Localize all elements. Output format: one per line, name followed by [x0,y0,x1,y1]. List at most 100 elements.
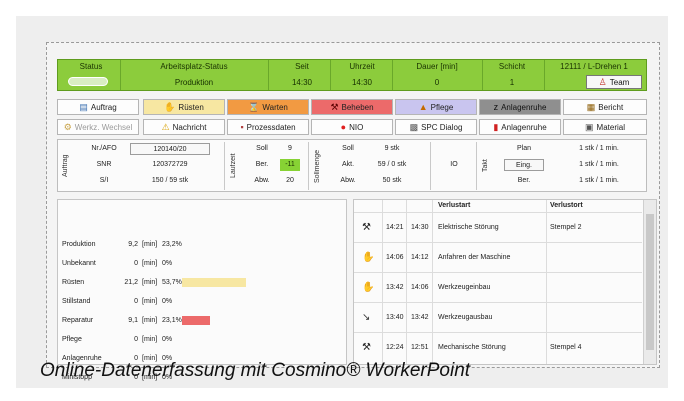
loss-type: Mechanische Störung [438,344,506,351]
report-icon: ▦ [586,101,596,112]
wrench-icon: ⚒ [330,101,339,112]
nio-button[interactable]: ● NIO [311,119,393,135]
duration-header: Dauer [min] [416,62,458,71]
thermometer-icon: ▮ [493,121,499,132]
stat-label: Pflege [62,336,82,343]
material-icon: ▣ [585,121,594,132]
workplace-status-header: Arbeitsplatz-Status [160,62,228,71]
bericht-button[interactable]: ▦ Bericht [563,99,647,115]
sollmenge-soll-label: Soll [342,145,354,152]
laufzeit-soll-label: Soll [256,145,268,152]
verlustart-header: Verlustart [438,202,471,209]
auftrag-label: Auftrag [90,102,117,112]
werkzeug-wechsel-button[interactable]: ⚙ Werkz. Wechsel [57,119,139,135]
stat-percent: 0% [162,298,173,305]
takt-ber-label: Ber. [517,177,531,184]
auftrag-section-label: Auftrag [62,154,69,178]
sleep-icon: z [493,101,499,112]
loss-row[interactable]: ✋ 14:06 14:12 Anfahren der Maschine [354,242,642,272]
ruesten-button[interactable]: ✋ Rüsten [143,99,225,115]
si-value: 150 / 59 stk [151,177,189,184]
laufzeit-abw-value: 20 [286,177,294,184]
prozessdaten-button[interactable]: ▪ Prozessdaten [227,119,309,135]
spc-dialog-label: SPC Dialog [421,122,463,132]
loss-start-time: 12:24 [386,344,404,351]
prozessdaten-label: Prozessdaten [246,122,296,132]
stat-label: Stillstand [62,298,91,305]
loss-row[interactable]: ⚒ 12:24 12:51 Mechanische Störung Stempel 4 [354,332,642,362]
person-icon: ♙ [598,76,607,87]
loss-row[interactable]: ↘ 13:40 13:42 Werkzeugausbau [354,302,642,332]
machine-header: 12111 / L-Drehen 1 [560,62,628,71]
material-label: Material [596,122,625,132]
beheben-button[interactable]: ⚒ Beheben [311,99,393,115]
sollmenge-akt-value: 59 / 0 stk [377,161,407,168]
pflege-label: Pflege [430,102,454,112]
anlagenruhe-button[interactable]: z Anlagenruhe [479,99,561,115]
order-icon: ▤ [79,101,88,112]
loss-end-time: 14:12 [411,254,429,261]
si-label: S/I [99,177,109,184]
stat-label: Produktion [62,241,96,248]
loss-type: Werkzeugeinbau [438,284,491,291]
stat-percent: 53,7% [162,279,182,286]
stat-minutes: 0 [134,260,138,267]
nio-label: NIO [349,122,364,132]
takt-eing-button[interactable]: Eing. [504,159,544,171]
werkzeug-wechsel-label: Werkz. Wechsel [74,122,133,132]
takt-eing-value: 1 stk / 1 min. [579,161,619,168]
nachricht-button[interactable]: ⚠ Nachricht [143,119,225,135]
hand-icon: ✋ [164,101,176,112]
anlagenruhe-label: Anlagenruhe [501,102,547,112]
nr-afo-value: 120140/20 [130,143,210,155]
spc-dialog-button[interactable]: ▩ SPC Dialog [395,119,477,135]
loss-start-time: 13:42 [386,284,404,291]
stat-unit: [min] [142,336,158,343]
nachricht-label: Nachricht [172,122,207,132]
since-header: Seit [295,62,309,71]
stat-minutes: 9,2 [128,241,138,248]
stat-minutes: 0 [134,298,138,305]
snr-label: SNR [96,161,112,168]
stat-unit: [min] [142,279,158,286]
auftrag-button[interactable]: ▤ Auftrag [57,99,139,115]
sollmenge-abw-label: Abw. [340,177,356,184]
loss-end-time: 12:51 [411,344,429,351]
time-value: 14:30 [351,78,373,87]
stat-minutes: 21,2 [124,279,138,286]
loss-start-time: 13:40 [386,314,404,321]
image-caption: Online-Datenerfassung mit Cosmino® Worke… [40,360,471,381]
material-button[interactable]: ▣ Material [563,119,647,135]
sollmenge-section-label: Sollmenge [314,149,321,183]
team-button[interactable]: ♙ Team [586,75,642,89]
oil-icon: ▲ [418,101,428,112]
wait-icon: ⌛ [248,101,260,112]
sollmenge-soll-value: 9 stk [384,145,400,152]
verlustort-header: Verlustort [550,202,583,209]
bericht-label: Bericht [598,102,624,112]
scrollbar-thumb[interactable] [646,214,654,350]
stat-percent: 0% [162,260,173,267]
loss-end-time: 14:06 [411,284,429,291]
status-header: Status [79,62,103,71]
loss-row[interactable]: ✋ 13:42 14:06 Werkzeugeinbau [354,272,642,302]
loss-table-scrollbar[interactable] [643,200,656,364]
wrench-icon: ⚒ [362,342,371,353]
snr-value: 120372729 [152,161,188,168]
pflege-button[interactable]: ▲ Pflege [395,99,477,115]
anlagenruhe-2-label: Anlagenruhe [501,122,547,132]
stat-percent: 23,2% [162,241,182,248]
loss-row[interactable]: ⚒ 14:21 14:30 Elektrische Störung Stempel 2 [354,212,642,242]
loss-start-time: 14:21 [386,224,404,231]
takt-plan-label: Plan [516,145,531,152]
status-bar: Status Arbeitsplatz-Status Seit Uhrzeit … [57,59,647,91]
stat-label: Unbekannt [62,260,96,267]
team-button-label: Team [609,77,630,87]
time-distribution-panel: Produktion 9,2 [min] 23,2% Unbekannt 0 [min] 0%… [57,199,347,381]
takt-ber-value: 1 stk / 1 min. [579,177,619,184]
takt-plan-value: 1 stk / 1 min. [579,145,619,152]
stat-unit: [min] [142,317,158,324]
warten-button[interactable]: ⌛ Warten [227,99,309,115]
ruesten-label: Rüsten [178,102,204,112]
anlagenruhe-2-button[interactable]: ▮ Anlagenruhe [479,119,561,135]
